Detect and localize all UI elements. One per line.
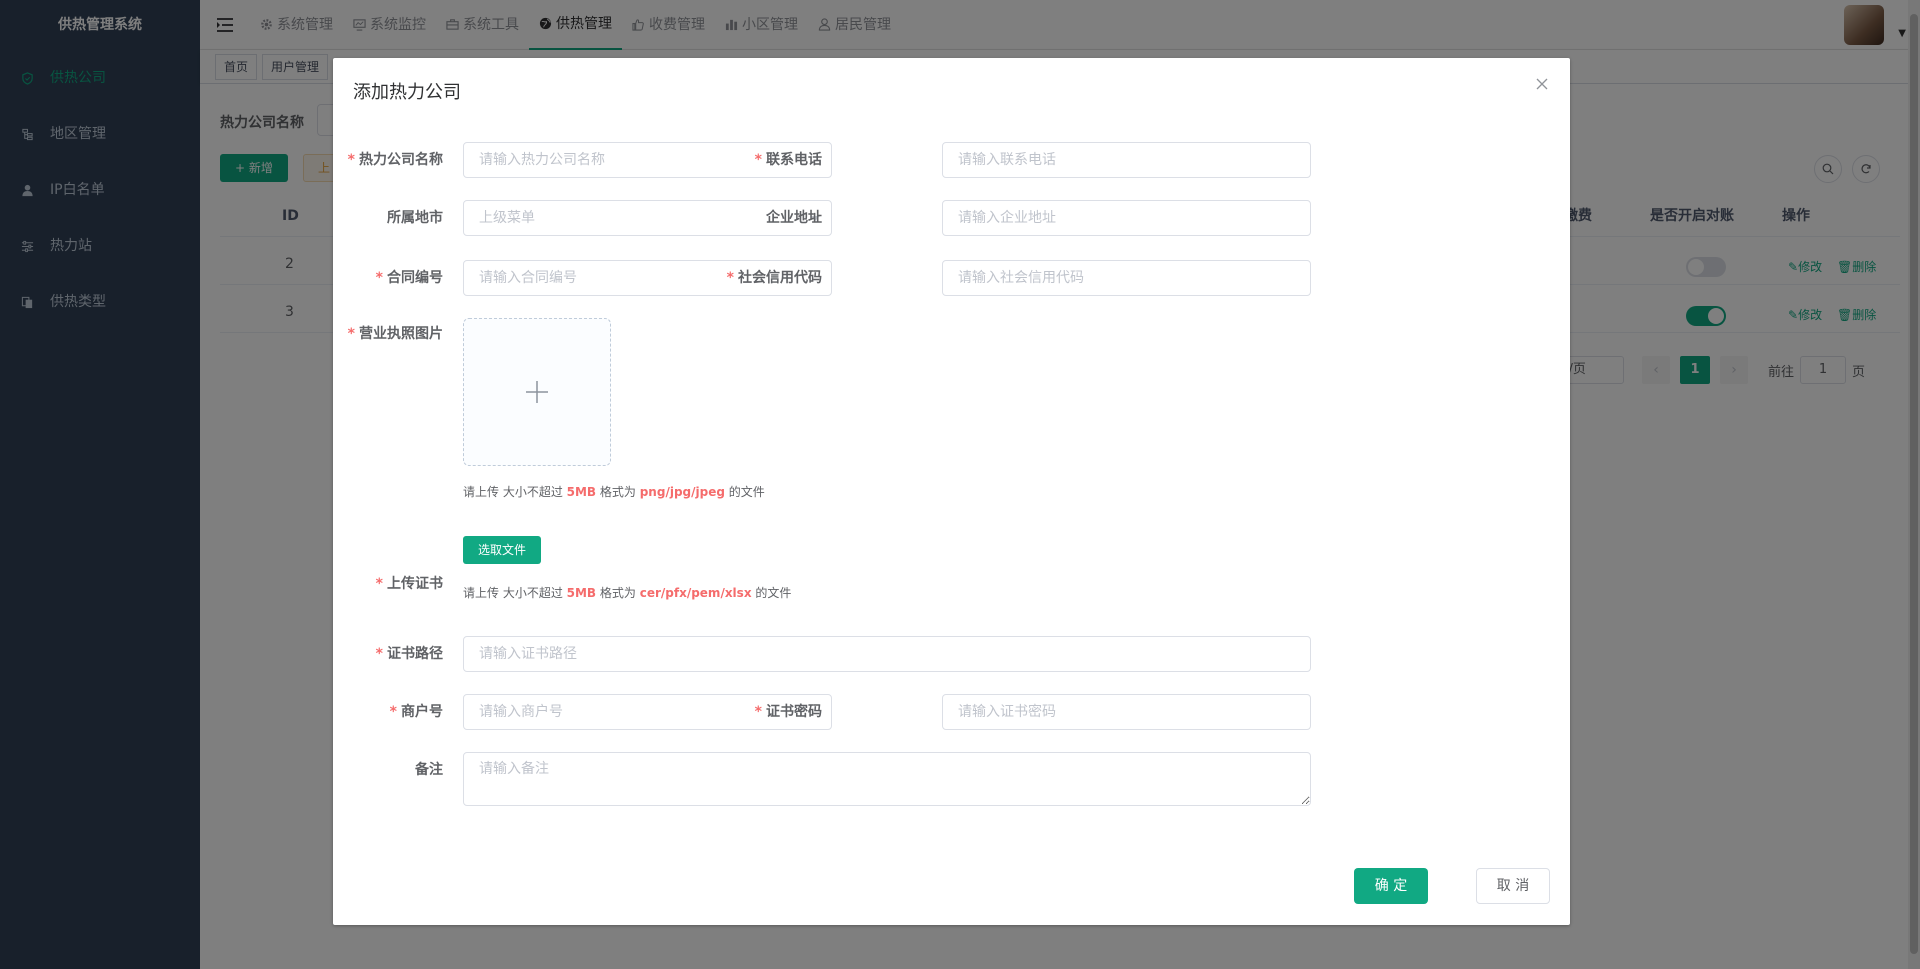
cert-tip: 请上传 大小不超过 5MB 格式为 cer/pfx/pem/xlsx 的文件 xyxy=(463,586,792,600)
select-file-button[interactable]: 选取文件 xyxy=(463,536,542,564)
plus-icon xyxy=(526,381,548,403)
company-name-label: * 热力公司名称 xyxy=(347,152,443,168)
license-tip: 请上传 大小不超过 5MB 格式为 png/jpg/jpeg 的文件 xyxy=(463,485,765,499)
cert-password-label: * 证书密码 xyxy=(754,704,822,720)
address-input[interactable] xyxy=(942,200,1311,236)
cert-password-input[interactable] xyxy=(942,694,1311,730)
dialog-title: 添加热力公司 xyxy=(353,82,461,103)
cert-path-input[interactable] xyxy=(463,636,1311,672)
credit-code-label: * 社会信用代码 xyxy=(726,270,822,286)
address-label: 企业地址 xyxy=(766,210,822,226)
cancel-button[interactable]: 取 消 xyxy=(1476,868,1550,904)
license-upload[interactable] xyxy=(463,318,611,466)
cert-path-label: * 证书路径 xyxy=(375,646,443,662)
city-label: 所属地市 xyxy=(387,210,443,226)
cert-label: * 上传证书 xyxy=(375,576,443,592)
phone-label: * 联系电话 xyxy=(754,152,822,168)
license-label: * 营业执照图片 xyxy=(347,326,443,342)
add-company-dialog: 添加热力公司 *热力公司名称 *联系电话 所属地市 上级菜单 企业地址 *合同编… xyxy=(333,58,1570,925)
phone-input[interactable] xyxy=(942,142,1311,178)
remark-label: 备注 xyxy=(415,762,443,778)
close-icon[interactable] xyxy=(1534,76,1550,92)
merchant-no-label: * 商户号 xyxy=(389,704,443,720)
credit-code-input[interactable] xyxy=(942,260,1311,296)
contract-no-label: * 合同编号 xyxy=(375,270,443,286)
confirm-button[interactable]: 确 定 xyxy=(1354,868,1428,904)
remark-textarea[interactable] xyxy=(463,752,1311,806)
